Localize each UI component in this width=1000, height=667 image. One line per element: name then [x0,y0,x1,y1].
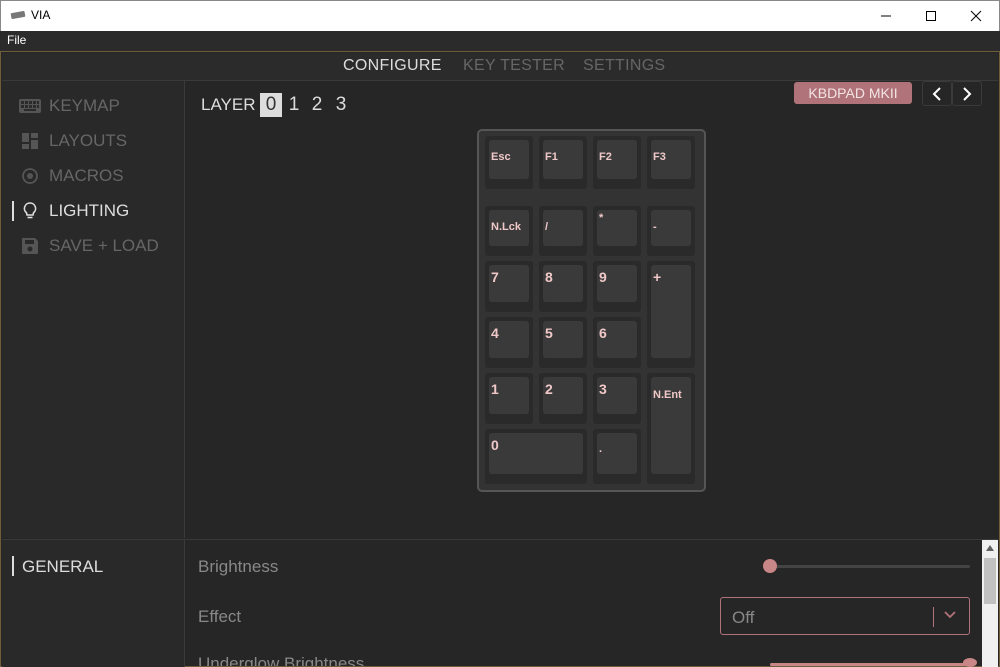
sidebar-item-label: KEYMAP [49,96,120,115]
top-nav: CONFIGURE KEY TESTER SETTINGS [2,53,998,81]
keyboard-icon [19,97,41,115]
key-8[interactable]: 8 [539,261,587,312]
key-f3[interactable]: F3 [647,136,695,189]
app-frame: CONFIGURE KEY TESTER SETTINGS KEYMAP LAY… [0,51,1000,667]
layer-0-button[interactable]: 0 [260,93,282,117]
keyboard-name-badge: KBDPAD MKII [794,82,912,104]
sidebar-item-keymap[interactable]: KEYMAP [2,93,185,119]
key-7[interactable]: 7 [485,261,533,312]
chevron-left-icon [932,86,941,101]
brightness-label: Brightness [198,557,279,576]
underglow-slider-track[interactable] [770,663,970,666]
minimize-icon [881,15,891,17]
maximize-icon [926,11,936,21]
key-multiply[interactable]: * [593,206,641,256]
key-6[interactable]: 6 [593,317,641,368]
key-f2[interactable]: F2 [593,136,641,189]
effect-label: Effect [198,607,242,626]
configure-main: LAYER 0 1 2 3 KBDPAD MKII Esc F1 F2 F3 N… [186,81,998,538]
sidebar-item-label: SAVE + LOAD [49,236,159,255]
chevron-down-icon [944,611,956,619]
lighting-sidebar: GENERAL [2,540,185,667]
lighting-panel: GENERAL Brightness Effect Off Underglow … [2,539,998,667]
close-button[interactable] [953,1,999,31]
sidebar-item-label: LAYOUTS [49,131,128,150]
key-decimal[interactable]: . [593,429,641,484]
sidebar-item-label: LIGHTING [49,201,130,220]
prev-keyboard-button[interactable] [922,81,952,106]
key-numpad-enter[interactable]: N.Ent [647,373,695,484]
key-2[interactable]: 2 [539,373,587,424]
brightness-slider-track[interactable] [770,565,970,568]
key-3[interactable]: 3 [593,373,641,424]
effect-select[interactable]: Off [720,597,970,635]
menu-file[interactable]: File [7,33,26,47]
minimize-button[interactable] [863,1,909,31]
sidebar: KEYMAP LAYOUTS MACROS LIGHTING SAVE + LO… [2,81,185,538]
key-plus[interactable]: + [647,261,695,368]
window-title: VIA [31,8,51,22]
sidebar-item-label: MACROS [49,166,124,185]
tab-configure[interactable]: CONFIGURE [343,57,442,75]
keyboard-layout: Esc F1 F2 F3 N.Lck / * - 7 8 9 + 4 5 6 1… [477,129,706,492]
key-minus[interactable]: - [647,206,695,256]
active-indicator [12,556,14,576]
layer-1-button[interactable]: 1 [283,93,305,117]
layout-grid-icon [19,132,41,150]
close-icon [970,10,982,22]
sidebar-item-lighting[interactable]: LIGHTING [2,198,185,224]
select-divider [933,607,934,627]
active-indicator [12,201,14,221]
key-esc[interactable]: Esc [485,136,533,189]
app-keyboard-icon [10,10,26,20]
next-keyboard-button[interactable] [952,81,982,106]
sidebar-item-macros[interactable]: MACROS [2,163,185,189]
floppy-disk-icon [19,237,41,255]
maximize-button[interactable] [908,1,954,31]
tab-settings[interactable]: SETTINGS [583,57,665,75]
vertical-scrollbar[interactable] [982,540,998,667]
section-general[interactable]: GENERAL [22,557,103,577]
layer-3-button[interactable]: 3 [330,93,352,117]
underglow-brightness-label: Underglow Brightness [198,654,365,666]
key-num-lock[interactable]: N.Lck [485,206,533,256]
key-9[interactable]: 9 [593,261,641,312]
key-5[interactable]: 5 [539,317,587,368]
menu-bar: File [0,31,1000,51]
brightness-slider-thumb[interactable] [763,559,777,573]
key-4[interactable]: 4 [485,317,533,368]
scroll-thumb[interactable] [984,558,996,604]
tab-key-tester[interactable]: KEY TESTER [463,57,565,75]
scroll-up-arrow-icon[interactable] [982,542,998,554]
underglow-slider-thumb[interactable] [963,658,977,667]
sidebar-item-save-load[interactable]: SAVE + LOAD [2,233,185,259]
lightbulb-icon [19,202,41,220]
effect-value: Off [732,608,755,627]
layer-label: LAYER [201,95,256,114]
key-1[interactable]: 1 [485,373,533,424]
key-0[interactable]: 0 [485,429,587,484]
key-divide[interactable]: / [539,206,587,256]
sidebar-item-layouts[interactable]: LAYOUTS [2,128,185,154]
layer-2-button[interactable]: 2 [306,93,328,117]
key-f1[interactable]: F1 [539,136,587,189]
chevron-right-icon [963,86,972,101]
title-bar: VIA [0,0,1000,31]
record-icon [19,167,41,185]
